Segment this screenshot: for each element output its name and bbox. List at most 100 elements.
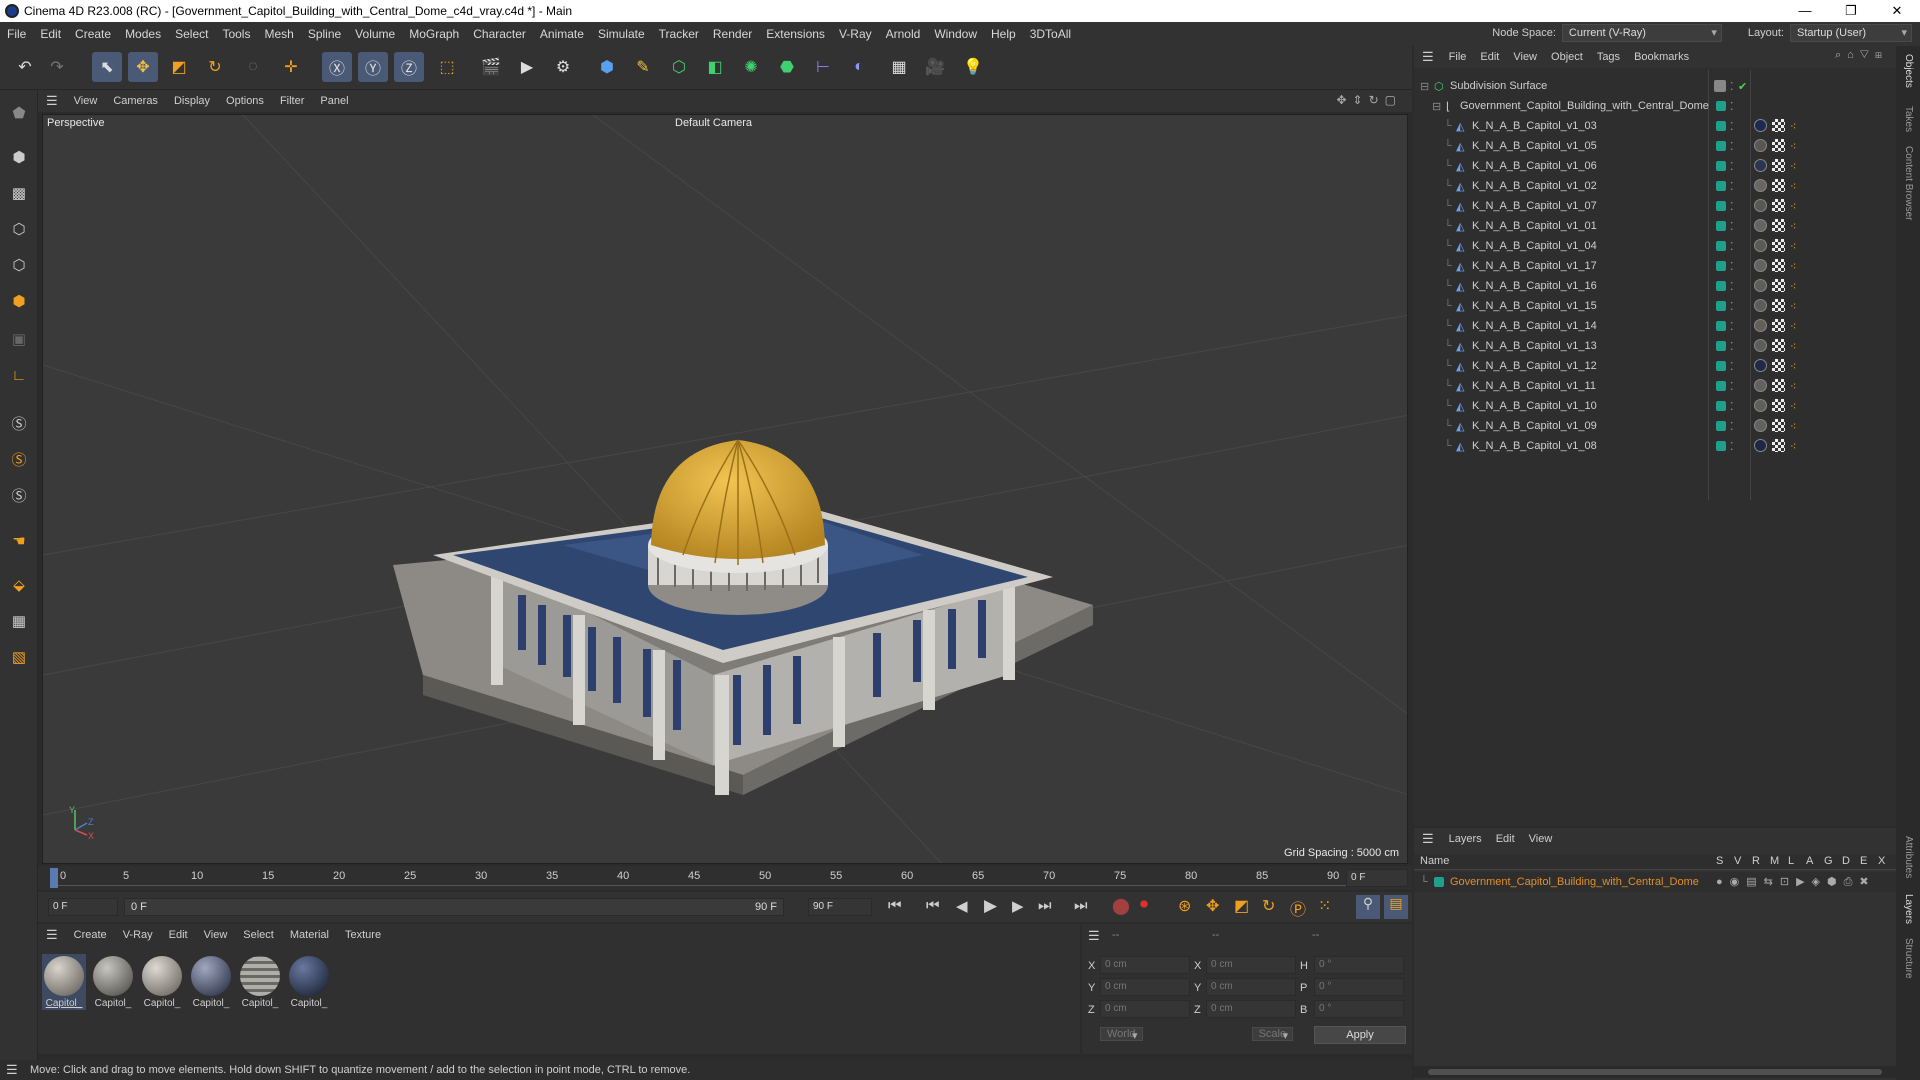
menu-animate[interactable]: Animate — [533, 27, 591, 41]
material-tag-icon[interactable] — [1754, 159, 1767, 172]
material-tag-icon[interactable] — [1754, 419, 1767, 432]
playhead[interactable] — [50, 868, 58, 888]
object-row-subdivision[interactable]: ⊟ ⬡ Subdivision Surface ⁚ ✔ — [1414, 76, 1896, 96]
camera-icon[interactable]: 🎥 — [920, 52, 950, 82]
menu-select[interactable]: Select — [168, 27, 215, 41]
recent-tool-icon[interactable]: ◌ — [238, 52, 268, 82]
viewport-nav-icons[interactable]: ✥⇕↻▢ — [1336, 93, 1402, 107]
layer-color-icon[interactable] — [1716, 281, 1726, 291]
layer-color-icon[interactable] — [1716, 261, 1726, 271]
step-back-icon[interactable]: ◀ — [956, 897, 968, 915]
timeline-ruler[interactable]: 0 5 10 15 20 25 30 35 40 45 50 55 60 65 … — [38, 866, 1412, 890]
world-coordinates-icon[interactable]: ⬚ — [432, 52, 462, 82]
vertex-map-tag-icon[interactable]: ⁖ — [1790, 280, 1796, 293]
object-menu-object[interactable]: Object — [1544, 51, 1590, 63]
vertex-map-tag-icon[interactable]: ⁖ — [1790, 180, 1796, 193]
node-space-dropdown[interactable]: Current (V-Ray) — [1561, 24, 1722, 42]
go-to-end-icon[interactable]: ⏭ — [1074, 897, 1088, 914]
material-tag-icon[interactable] — [1754, 139, 1767, 152]
material-tag-icon[interactable] — [1754, 179, 1767, 192]
collapse-icon[interactable]: ⊟ — [1432, 100, 1441, 113]
maximize-icon[interactable]: ❐ — [1828, 0, 1874, 22]
key-rotation-icon[interactable]: ↻ — [1262, 896, 1275, 916]
apply-button[interactable]: Apply — [1314, 1026, 1406, 1044]
hamburger-icon[interactable]: ☰ — [38, 93, 66, 109]
object-menu-edit[interactable]: Edit — [1473, 51, 1506, 63]
workplane-icon[interactable]: ⬙ — [4, 570, 34, 600]
rotate-tool-icon[interactable]: ↻ — [200, 52, 230, 82]
render-settings-icon[interactable]: ⚙ — [548, 52, 578, 82]
layout-dropdown[interactable]: Startup (User) — [1790, 24, 1912, 42]
menu-create[interactable]: Create — [68, 27, 118, 41]
vertex-map-tag-icon[interactable]: ⁖ — [1790, 260, 1796, 273]
menu-character[interactable]: Character — [466, 27, 533, 41]
hamburger-icon[interactable]: ☰ — [6, 1062, 18, 1078]
tab-layers[interactable]: Layers — [1903, 894, 1914, 924]
visibility-dots-icon[interactable]: ⁚ — [1730, 80, 1734, 93]
visibility-dots-icon[interactable]: ⁚ — [1730, 380, 1734, 393]
layer-color-icon[interactable] — [1716, 301, 1726, 311]
floor-icon[interactable]: ▦ — [884, 52, 914, 82]
uvw-tag-icon[interactable] — [1772, 219, 1785, 232]
hamburger-icon[interactable]: ☰ — [1414, 49, 1442, 65]
material-swatch[interactable]: Capitol_ — [91, 954, 135, 1010]
previous-key-icon[interactable]: ⏮ — [926, 897, 940, 914]
edges-mode-icon[interactable]: ⬡ — [4, 250, 34, 280]
layer-color-icon[interactable] — [1716, 201, 1726, 211]
layer-color-icon[interactable] — [1716, 121, 1726, 131]
menu-tools[interactable]: Tools — [215, 27, 257, 41]
viewport-menu-view[interactable]: View — [66, 95, 106, 107]
position-y-field[interactable]: 0 cm — [1100, 978, 1190, 996]
coord-system-dropdown[interactable]: World — [1100, 1027, 1143, 1041]
layer-menu-layers[interactable]: Layers — [1442, 833, 1489, 845]
vertex-map-tag-icon[interactable]: ⁖ — [1790, 240, 1796, 253]
layer-color-icon[interactable] — [1716, 441, 1726, 451]
minimize-icon[interactable]: — — [1782, 0, 1828, 22]
material-tag-icon[interactable] — [1754, 219, 1767, 232]
snap-settings-icon[interactable]: Ⓢ — [4, 444, 34, 474]
visibility-dots-icon[interactable]: ⁚ — [1730, 300, 1734, 313]
start-frame-field[interactable]: 0 F — [48, 898, 118, 916]
material-tag-icon[interactable] — [1754, 259, 1767, 272]
material-tag-icon[interactable] — [1754, 239, 1767, 252]
material-swatch[interactable]: Capitol_ — [287, 954, 331, 1010]
vertex-map-tag-icon[interactable]: ⁖ — [1790, 220, 1796, 233]
rotation-h-field[interactable]: 0 ° — [1314, 956, 1404, 974]
material-tag-icon[interactable] — [1754, 339, 1767, 352]
uvw-tag-icon[interactable] — [1772, 379, 1785, 392]
position-x-field[interactable]: 0 cm — [1100, 956, 1190, 974]
viewport[interactable]: Perspective Default Camera Y Z X Grid Sp… — [42, 114, 1408, 864]
object-menu-file[interactable]: File — [1442, 51, 1474, 63]
visibility-dots-icon[interactable]: ⁚ — [1730, 360, 1734, 373]
object-menu-view[interactable]: View — [1506, 51, 1544, 63]
menu-3dtoall[interactable]: 3DToAll — [1023, 27, 1078, 41]
material-tag-icon[interactable] — [1754, 359, 1767, 372]
viewport-menu-cameras[interactable]: Cameras — [105, 95, 166, 107]
close-icon[interactable]: ✕ — [1874, 0, 1920, 22]
visibility-dots-icon[interactable]: ⁚ — [1730, 320, 1734, 333]
tab-takes[interactable]: Takes — [1903, 106, 1914, 132]
coordinate-tool-icon[interactable]: ✛ — [276, 52, 306, 82]
viewport-menu-filter[interactable]: Filter — [272, 95, 312, 107]
layer-color-icon[interactable] — [1716, 341, 1726, 351]
object-row[interactable]: └ ◭ K_N_A_B_Capitol_v1_10 ⁚ ⁖ — [1414, 396, 1896, 416]
vertex-map-tag-icon[interactable]: ⁖ — [1790, 320, 1796, 333]
vertex-map-tag-icon[interactable]: ⁖ — [1790, 140, 1796, 153]
hamburger-icon[interactable]: ☰ — [38, 927, 66, 943]
key-position-icon[interactable]: ✥ — [1206, 896, 1219, 916]
render-view-icon[interactable]: 🎬 — [476, 52, 506, 82]
visibility-dots-icon[interactable]: ⁚ — [1730, 420, 1734, 433]
object-search-filter-icons[interactable]: ⌕⌂▽⊞ — [1835, 49, 1888, 62]
uvw-tag-icon[interactable] — [1772, 299, 1785, 312]
undo-icon[interactable]: ↶ — [10, 52, 40, 82]
uvw-tag-icon[interactable] — [1772, 179, 1785, 192]
locked-workplane-icon[interactable]: ▧ — [4, 642, 34, 672]
material-tag-icon[interactable] — [1754, 119, 1767, 132]
object-menu-bookmarks[interactable]: Bookmarks — [1627, 51, 1696, 63]
uvw-tag-icon[interactable] — [1772, 159, 1785, 172]
select-tool-icon[interactable]: ⬉ — [92, 52, 122, 82]
layer-menu-view[interactable]: View — [1522, 833, 1560, 845]
menu-extensions[interactable]: Extensions — [759, 27, 832, 41]
layer-color-icon[interactable] — [1716, 241, 1726, 251]
next-key-icon[interactable]: ⏭ — [1038, 897, 1052, 914]
